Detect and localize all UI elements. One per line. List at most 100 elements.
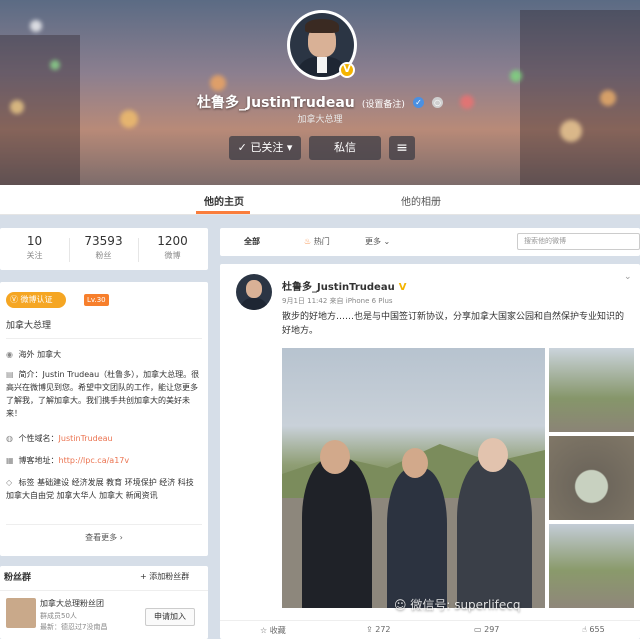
globe-icon: ○ [432,97,444,108]
filter-all[interactable]: 全部 [244,236,260,247]
comment-button[interactable]: ▭ 297 [474,625,499,634]
post-thumb-2[interactable] [549,436,634,520]
like-button[interactable]: ☝ 655 [582,625,605,634]
stat-followers[interactable]: 73593 粉丝 [69,234,138,261]
profile-info-card: Ⓥ 微博认证 Lv.30 加拿大总理 ◉ 海外 加拿大 ▤ 简介：Justin … [0,282,208,556]
watermark-text: 微信号: superlifecq [410,598,521,612]
group-name[interactable]: 加拿大总理粉丝团 [40,598,104,609]
tab-home[interactable]: 他的主页 [204,193,244,208]
chevron-down-icon[interactable]: ⌄ [624,272,632,282]
like-count: 655 [589,625,605,634]
post-author[interactable]: 杜鲁多_JustinTrudeau V [282,278,406,293]
verify-badge[interactable]: Ⓥ 微博认证 [6,292,66,308]
stat-label: 微博 [164,251,181,260]
profile-description: 加拿大总理 [297,115,343,125]
group-members: 群成员50人 [40,612,77,620]
location-text: 海外 加拿大 [18,350,62,359]
forward-icon: ⇪ [366,625,373,634]
bio-icon: ▤ [6,370,14,379]
check-icon: ✓ [237,141,247,154]
avatar-face [246,280,262,298]
stat-value: 10 [26,234,43,248]
thumbs-up-icon: ☝ [582,625,587,634]
post-author-avatar[interactable] [236,274,272,310]
favorite-button[interactable]: ☆ 收藏 [260,625,286,636]
profile-name-row: 杜鲁多_JustinTrudeau (设置备注) ✓ ○ [0,92,640,112]
follow-label: 已关注 [250,141,284,154]
wechat-icon: ☺ [394,598,407,612]
filter-hot[interactable]: ♨ 热门 [304,236,330,247]
profile-name: 杜鲁多_JustinTrudeau [196,95,355,111]
profile-tabs: 他的主页 他的相册 [0,185,640,215]
group-avatar[interactable] [6,598,36,628]
verify-label: 微博认证 [20,295,53,304]
fan-group-card: 粉丝群 + 添加粉丝群 加拿大总理粉丝团 群成员50人 最新：德忍过7没南昌 申… [0,566,208,639]
stat-following[interactable]: 10 关注 [0,234,69,261]
profile-avatar[interactable]: V [287,10,357,80]
star-icon: ☆ [260,626,268,635]
menu-icon[interactable]: ≡ [389,136,415,160]
photo-person [302,458,372,608]
stat-label: 关注 [26,251,43,260]
post-thumb-3[interactable] [549,524,634,608]
show-more-link[interactable]: 查看更多 › [0,532,208,543]
blog-icon: ▦ [6,456,14,465]
domain-row: ◍ 个性域名：JustinTrudeau [6,432,202,445]
tab-album[interactable]: 他的相册 [401,193,441,208]
weibo-search-input[interactable]: 搜索他的微博 [517,233,640,250]
filter-more[interactable]: 更多 ⌄ [365,236,390,247]
join-group-button[interactable]: 申请加入 [145,608,195,626]
blog-row: ▦ 博客地址：http://lpc.ca/a17v [6,454,202,467]
weibo-profile-page: V 杜鲁多_JustinTrudeau (设置备注) ✓ ○ 加拿大总理 ✓ 已… [0,0,640,639]
bio-row: ▤ 简介：Justin Trudeau（杜鲁多），加拿大总理。很高兴在微博见到您… [6,368,202,420]
chevron-down-icon: ⌄ [383,237,391,246]
cover-light [30,20,42,32]
bio-text: 简介：Justin Trudeau（杜鲁多），加拿大总理。很高兴在微博见到您。希… [6,370,200,418]
group-latest: 最新：德忍过7没南昌 [40,623,108,631]
set-remark-link[interactable]: (设置备注) [362,100,405,110]
photo-head [320,440,350,474]
avatar-suit [240,298,268,310]
user-icon: ◍ [6,434,13,443]
domain-label: 个性域名： [18,434,59,443]
verified-v-icon: V [398,282,407,293]
stat-label: 粉丝 [95,251,112,260]
post-main-photo[interactable] [282,348,545,608]
post-text: 散步的好地方……也是与中国签订新协议，分享加拿大国家公园和自然保护专业知识的好地… [282,312,625,336]
photo-person [457,458,532,608]
blog-label: 博客地址： [18,456,59,465]
follow-button[interactable]: ✓ 已关注 ▾ [229,136,301,160]
photo-person [387,468,447,608]
favorite-label: 收藏 [269,626,286,635]
cover-light [510,70,522,82]
post-thumb-1[interactable] [549,348,634,432]
add-fan-group-link[interactable]: + 添加粉丝群 [140,571,189,582]
post-time[interactable]: 9月1日 11:42 来自 iPhone 6 Plus [282,296,393,306]
avatar-collar [317,57,327,73]
forward-button[interactable]: ⇪ 272 [366,625,391,634]
stats-card: 10 关注 73593 粉丝 1200 微博 [0,228,208,270]
blog-link[interactable]: http://lpc.ca/a17v [59,456,130,465]
tag-icon: ◇ [6,478,13,487]
weibo-post: 杜鲁多_JustinTrudeau V 9月1日 11:42 来自 iPhone … [220,264,640,639]
post-actions: ☆ 收藏 ⇪ 272 ▭ 297 ☝ 655 [220,620,640,639]
avatar-hair [305,19,339,33]
comment-count: 297 [484,625,500,634]
tags-row: ◇ 标签 基础建设 经济发展 教育 环境保护 经济 科技 加拿大自由党 加拿大华… [6,476,202,502]
wechat-watermark: ☺ 微信号: superlifecq [394,596,520,613]
location-pin-icon: ◉ [6,350,13,359]
photo-head [478,438,508,472]
verified-badge-icon: V [339,62,355,78]
caret-down-icon: ▾ [286,141,293,154]
stat-posts[interactable]: 1200 微博 [138,234,207,261]
verified-title: 加拿大总理 [6,321,52,331]
domain-link[interactable]: JustinTrudeau [59,434,113,443]
stat-value: 1200 [157,234,188,248]
message-button[interactable]: 私信 [309,136,381,160]
comment-icon: ▭ [474,625,482,634]
level-badge[interactable]: Lv.30 [84,294,109,306]
active-tab-underline [196,211,250,214]
cover-light [50,60,60,70]
profile-cover: V 杜鲁多_JustinTrudeau (设置备注) ✓ ○ 加拿大总理 ✓ 已… [0,0,640,185]
divider [6,524,202,525]
